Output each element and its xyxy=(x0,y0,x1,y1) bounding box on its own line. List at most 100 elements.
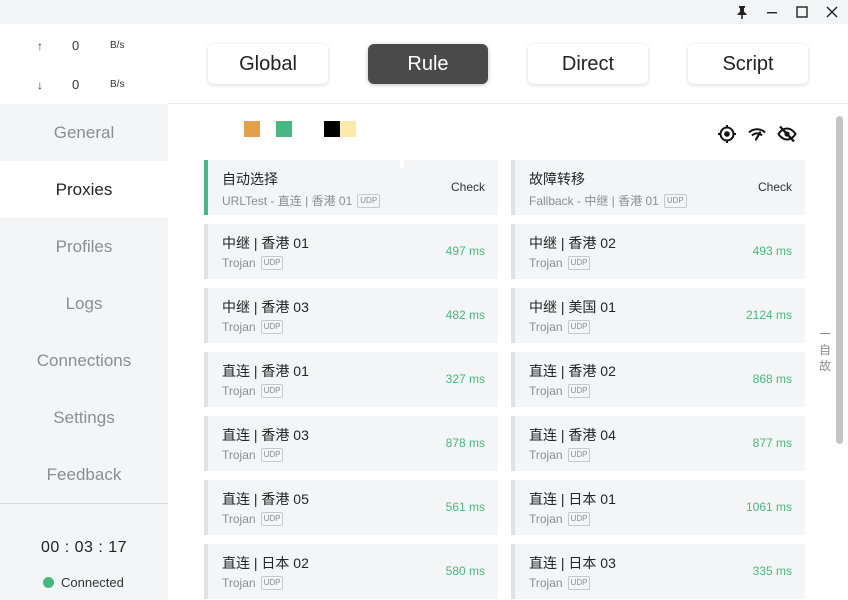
proxy-card[interactable]: 中继 | 美国 01 Trojan UDP 2124 ms xyxy=(511,288,805,343)
close-icon[interactable] xyxy=(817,0,847,24)
proxy-type: Trojan UDP xyxy=(222,576,284,590)
proxy-type: Trojan UDP xyxy=(222,512,284,526)
proxy-name: 直连 | 香港 01 xyxy=(222,363,309,379)
proxy-card[interactable]: 直连 | 香港 03 Trojan UDP 878 ms xyxy=(204,416,498,471)
proxy-type-label: Trojan xyxy=(529,256,563,270)
upload-speed: ↑ 0 B/s xyxy=(0,36,168,56)
check-button[interactable]: Check xyxy=(758,180,792,194)
download-arrow-icon: ↓ xyxy=(37,78,43,92)
status-label: Connected xyxy=(61,575,124,590)
hide-icon[interactable] xyxy=(777,124,797,144)
swatch-black[interactable] xyxy=(324,121,340,137)
proxy-card[interactable]: 中继 | 香港 02 Trojan UDP 493 ms xyxy=(511,224,805,279)
sidebar-item-general[interactable]: General xyxy=(0,104,168,161)
proxy-type: Trojan UDP xyxy=(222,320,284,334)
latency-label[interactable]: 561 ms xyxy=(446,500,485,514)
index-item[interactable]: 故 xyxy=(818,358,832,374)
latency-label[interactable]: 2124 ms xyxy=(746,308,792,322)
check-button[interactable]: Check xyxy=(451,180,485,194)
sidebar-divider xyxy=(0,503,168,504)
latency-label[interactable]: 497 ms xyxy=(446,244,485,258)
udp-badge: UDP xyxy=(567,384,591,398)
sidebar-item-proxies[interactable]: Proxies xyxy=(0,161,168,218)
proxy-name: 直连 | 香港 03 xyxy=(222,427,309,443)
scrollbar-thumb[interactable] xyxy=(836,116,843,444)
minimize-icon[interactable] xyxy=(757,0,787,24)
proxy-type-label: Trojan xyxy=(222,384,256,398)
upload-arrow-icon: ↑ xyxy=(37,39,43,53)
proxy-type-label: Trojan xyxy=(529,384,563,398)
udp-badge: UDP xyxy=(567,576,591,590)
proxy-card[interactable]: 直连 | 香港 04 Trojan UDP 877 ms xyxy=(511,416,805,471)
group-index[interactable]: 自 故 xyxy=(818,333,832,374)
swatch-orange[interactable] xyxy=(244,121,260,137)
proxy-card[interactable]: 直连 | 香港 02 Trojan UDP 868 ms xyxy=(511,352,805,407)
proxy-type: URLTest - 直连 | 香港 01 UDP xyxy=(222,192,381,209)
latency-label[interactable]: 877 ms xyxy=(753,436,792,450)
sidebar-item-connections[interactable]: Connections xyxy=(0,332,168,389)
wifi-speed-icon[interactable] xyxy=(747,124,767,144)
proxy-name: 自动选择 xyxy=(222,171,278,187)
sidebar-item-logs[interactable]: Logs xyxy=(0,275,168,332)
latency-label[interactable]: 868 ms xyxy=(753,372,792,386)
proxy-type-label: Trojan xyxy=(529,448,563,462)
mode-direct-button[interactable]: Direct xyxy=(528,44,648,84)
download-unit: B/s xyxy=(110,79,125,90)
upload-value: 0 xyxy=(72,38,80,53)
latency-label[interactable]: 878 ms xyxy=(446,436,485,450)
latency-label[interactable]: 580 ms xyxy=(446,564,485,578)
proxy-type: Trojan UDP xyxy=(529,576,591,590)
locate-icon[interactable] xyxy=(717,124,737,144)
proxy-card[interactable]: 自动选择 URLTest - 直连 | 香港 01 UDP Check xyxy=(204,159,498,215)
proxy-card[interactable]: 直连 | 香港 01 Trojan UDP 327 ms xyxy=(204,352,498,407)
udp-badge: UDP xyxy=(260,576,284,590)
proxy-name: 直连 | 日本 03 xyxy=(529,555,616,571)
udp-badge: UDP xyxy=(260,448,284,462)
mode-script-button[interactable]: Script xyxy=(688,44,808,84)
swatch-yellow[interactable] xyxy=(340,121,356,137)
download-speed: ↓ 0 B/s xyxy=(0,75,168,95)
proxy-card[interactable]: 直连 | 日本 01 Trojan UDP 1061 ms xyxy=(511,480,805,535)
proxy-card[interactable]: 故障转移 Fallback - 中继 | 香港 01 UDP Check xyxy=(511,160,805,215)
latency-label[interactable]: 493 ms xyxy=(753,244,792,258)
udp-badge: UDP xyxy=(260,256,284,270)
proxy-name: 中继 | 香港 02 xyxy=(529,235,616,251)
latency-label[interactable]: 335 ms xyxy=(753,564,792,578)
sidebar-item-settings[interactable]: Settings xyxy=(0,389,168,446)
proxy-type: Fallback - 中继 | 香港 01 UDP xyxy=(529,192,687,209)
proxy-card[interactable]: 直连 | 日本 02 Trojan UDP 580 ms xyxy=(204,544,498,599)
proxy-type-label: URLTest - 直连 | 香港 01 xyxy=(222,194,353,208)
udp-badge: UDP xyxy=(663,193,687,208)
proxy-type: Trojan UDP xyxy=(529,256,591,270)
latency-label[interactable]: 327 ms xyxy=(446,372,485,386)
proxy-card[interactable]: 中继 | 香港 03 Trojan UDP 482 ms xyxy=(204,288,498,343)
latency-label[interactable]: 1061 ms xyxy=(746,500,792,514)
latency-label[interactable]: 482 ms xyxy=(446,308,485,322)
udp-badge: UDP xyxy=(567,448,591,462)
proxy-name: 中继 | 香港 01 xyxy=(222,235,309,251)
sidebar-item-feedback[interactable]: Feedback xyxy=(0,446,168,503)
index-item[interactable]: 自 xyxy=(818,342,832,358)
proxy-name: 直连 | 日本 02 xyxy=(222,555,309,571)
sidebar-item-profiles[interactable]: Profiles xyxy=(0,218,168,275)
mode-rule-button[interactable]: Rule xyxy=(368,44,488,84)
maximize-icon[interactable] xyxy=(787,0,817,24)
proxy-type: Trojan UDP xyxy=(222,256,284,270)
udp-badge: UDP xyxy=(260,320,284,334)
pin-icon[interactable] xyxy=(727,0,757,24)
proxy-name: 中继 | 香港 03 xyxy=(222,299,309,315)
mode-global-button[interactable]: Global xyxy=(208,44,328,84)
proxy-card[interactable]: 中继 | 香港 01 Trojan UDP 497 ms xyxy=(204,224,498,279)
proxy-name: 直连 | 日本 01 xyxy=(529,491,616,507)
proxy-type-label: Fallback - 中继 | 香港 01 xyxy=(529,194,659,208)
index-dash xyxy=(820,333,830,334)
proxy-name: 直连 | 香港 05 xyxy=(222,491,309,507)
udp-badge: UDP xyxy=(567,320,591,334)
proxy-card[interactable]: 直连 | 日本 03 Trojan UDP 335 ms xyxy=(511,544,805,599)
udp-badge: UDP xyxy=(567,256,591,270)
proxy-card[interactable]: 直连 | 香港 05 Trojan UDP 561 ms xyxy=(204,480,498,535)
proxy-type-label: Trojan xyxy=(222,512,256,526)
traffic-panel: ↑ 0 B/s ↓ 0 B/s xyxy=(0,24,168,104)
swatch-green[interactable] xyxy=(276,121,292,137)
proxy-type-label: Trojan xyxy=(222,256,256,270)
